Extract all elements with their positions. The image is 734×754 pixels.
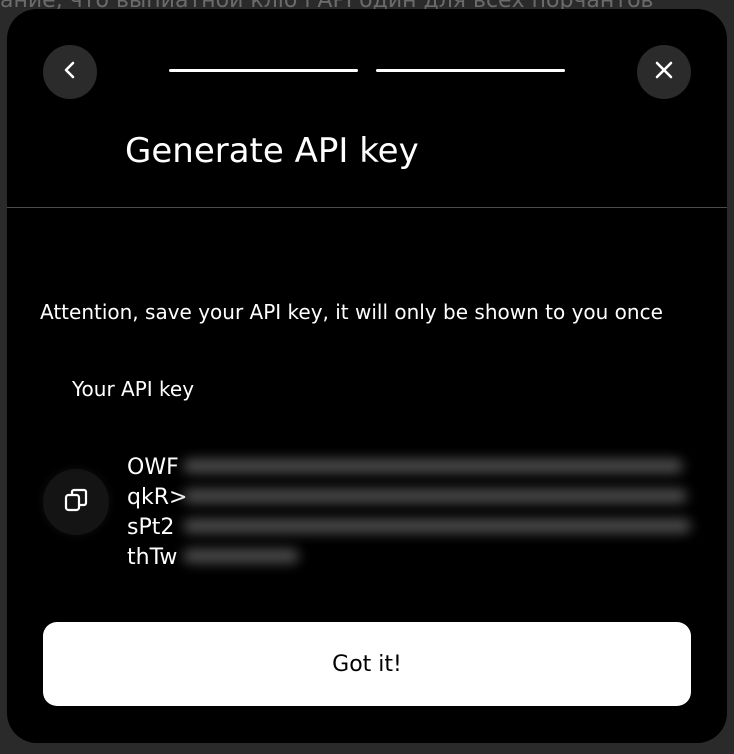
blurred-key-segment: [183, 489, 687, 503]
attention-message: Attention, save your API key, it will on…: [40, 300, 663, 324]
api-key-line: thTw: [127, 545, 178, 570]
step-indicator-1: [169, 69, 358, 72]
close-icon: [653, 59, 675, 85]
chevron-left-icon: [59, 59, 81, 85]
blurred-key-segment: [183, 549, 299, 563]
generate-api-key-dialog: Generate API key Attention, save your AP…: [7, 9, 727, 743]
copy-icon: [63, 487, 89, 517]
copy-key-button[interactable]: [43, 469, 109, 535]
header-divider: [7, 207, 727, 208]
api-key-value[interactable]: OWF qkR> sPt2 thTw: [127, 443, 697, 583]
api-key-label: Your API key: [72, 377, 195, 401]
blurred-key-segment: [183, 519, 691, 533]
blurred-key-segment: [183, 459, 683, 473]
close-button[interactable]: [637, 45, 691, 99]
api-key-line: qkR>: [127, 485, 188, 510]
back-button[interactable]: [43, 45, 97, 99]
api-key-line: OWF: [127, 455, 179, 480]
step-indicator-2: [376, 69, 565, 72]
dialog-title: Generate API key: [125, 131, 419, 171]
api-key-line: sPt2: [127, 515, 175, 540]
step-progress: [169, 69, 565, 72]
got-it-button[interactable]: Got it!: [43, 622, 691, 706]
